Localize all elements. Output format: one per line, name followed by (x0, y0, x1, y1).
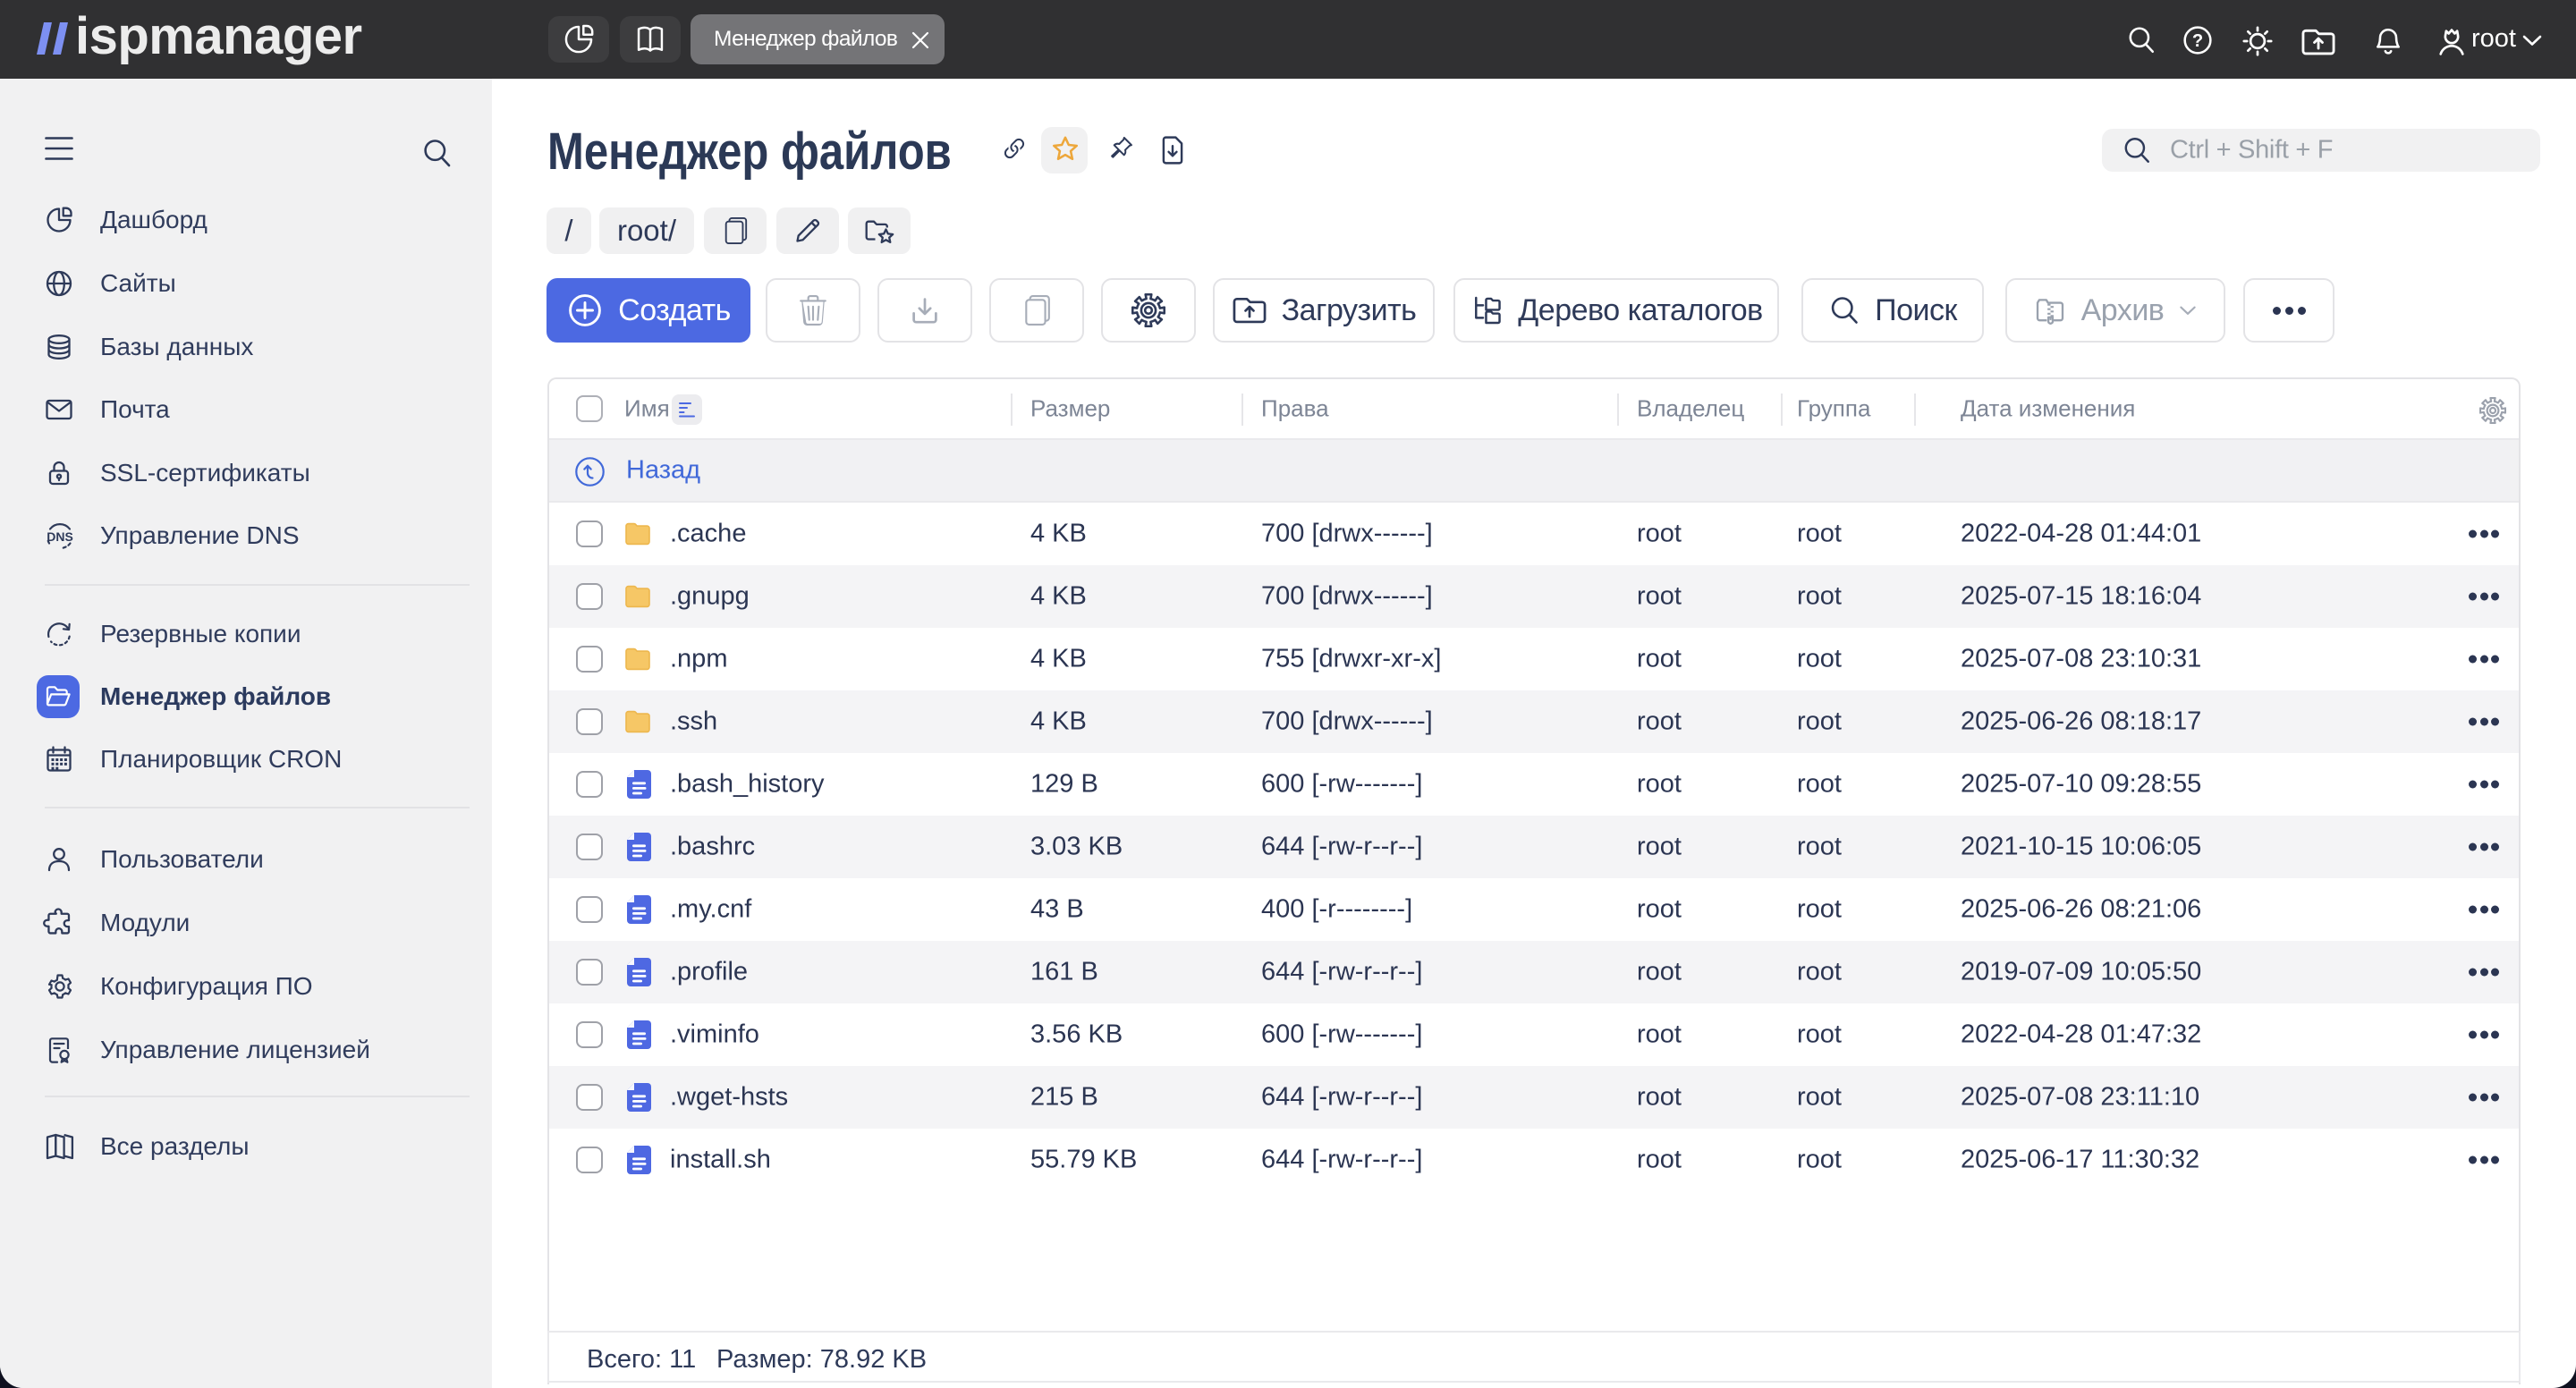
svg-text:DNS: DNS (47, 529, 73, 544)
svg-text:?: ? (2192, 31, 2203, 51)
